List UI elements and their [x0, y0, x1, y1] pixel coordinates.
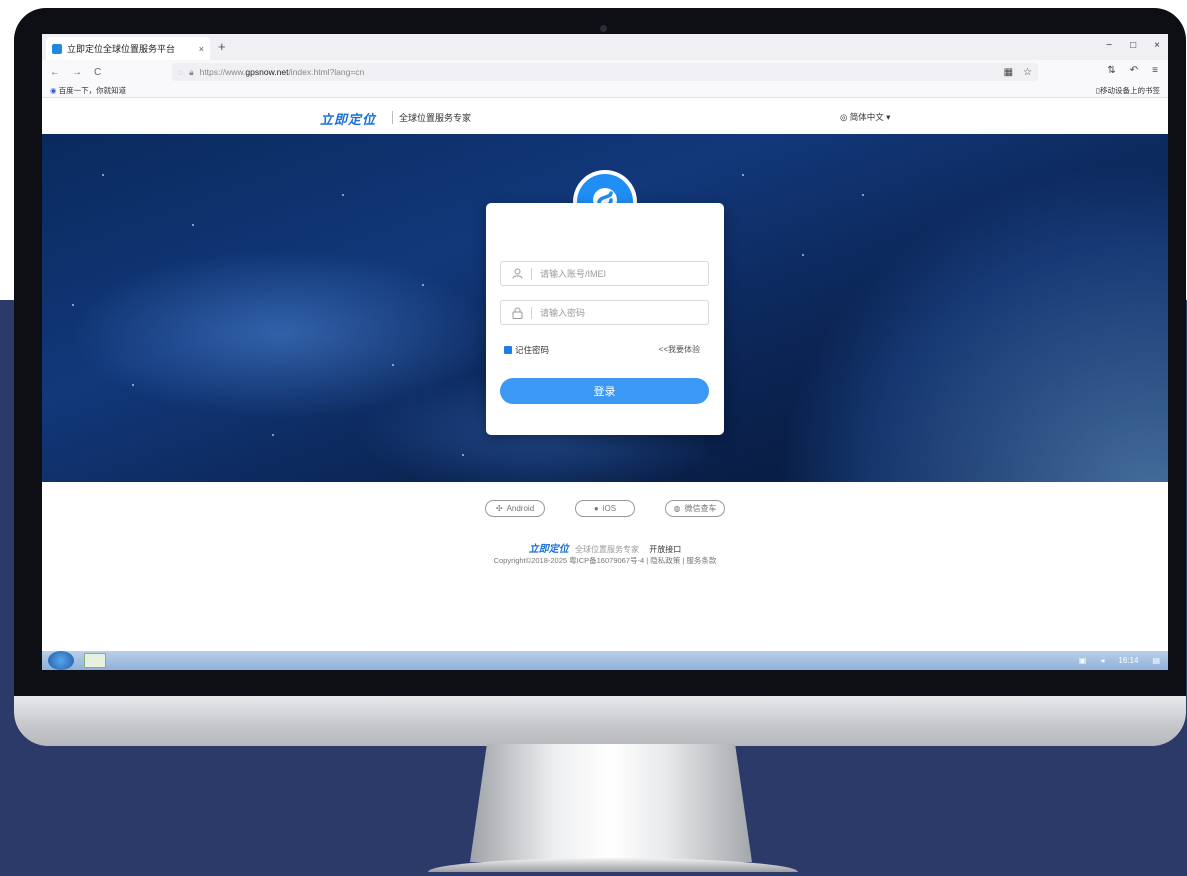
shield-icon: ◌ — [178, 67, 184, 77]
extensions-icon[interactable]: ⇅ — [1107, 65, 1115, 76]
language-selector[interactable]: ◎ 简体中文 ▾ — [840, 111, 890, 123]
toolbar-icons: ⇅ ↶ ≡ — [1107, 65, 1158, 76]
hero-banner: 请输入账号/IMEI 请输入密码 记住密码 <<我要体验 登录 — [42, 134, 1168, 482]
wechat-icon: ◍ — [673, 504, 681, 513]
footer-copyright: Copyright©2018-2025 粤ICP备16079067号-4 | 隐… — [493, 556, 717, 565]
site-footer: ✣ Android ● iOS ◍ 微信查车 立即定位 全球位置服务专家 开放接… — [42, 482, 1168, 645]
site-slogan: 全球位置服务专家 — [392, 111, 471, 124]
field-divider — [531, 267, 532, 280]
menu-icon[interactable]: ≡ — [1152, 65, 1158, 76]
android-app-button[interactable]: ✣ Android — [485, 500, 545, 517]
trial-link[interactable]: <<我要体验 — [659, 344, 700, 355]
os-taskbar: ▣ ◂ 16:14 ▤ — [42, 651, 1168, 670]
monitor-stand — [470, 744, 752, 862]
baidu-icon: ◉ — [50, 86, 57, 95]
undo-icon[interactable]: ↶ — [1130, 65, 1138, 76]
site-header: 立即定位 全球位置服务专家 ◎ 简体中文 ▾ — [42, 98, 1168, 134]
close-window-button[interactable]: × — [1154, 40, 1160, 51]
address-bar[interactable]: ◌ 🔒︎ https://www. gpsnow.net/index.html?l… — [172, 63, 1038, 81]
taskbar-app[interactable] — [84, 653, 106, 668]
start-button[interactable] — [48, 651, 74, 670]
qr-code-icon[interactable]: ▦ — [1004, 67, 1013, 78]
bookmark-mobile[interactable]: ▯移动设备上的书签 — [1096, 84, 1160, 97]
password-input[interactable]: 请输入密码 — [500, 300, 709, 325]
account-input[interactable]: 请输入账号/IMEI — [500, 261, 709, 286]
user-icon — [511, 268, 523, 279]
footer-brand-line: 立即定位 全球位置服务专家 开放接口 — [42, 540, 1168, 555]
minimize-button[interactable]: − — [1106, 40, 1112, 51]
bookmark-baidu[interactable]: ◉ 百度一下，你就知道 — [50, 86, 126, 95]
app-download-links: ✣ Android ● iOS ◍ 微信查车 — [42, 500, 1168, 517]
url-path: /index.html?lang=cn — [288, 67, 365, 77]
browser-tab[interactable]: 立即定位全球位置服务平台 × — [46, 37, 210, 60]
login-button[interactable]: 登录 — [500, 378, 709, 404]
screen: 立即定位全球位置服务平台 × + − □ × ← → C ◌ 🔒︎ https:… — [42, 34, 1168, 670]
url-scheme: https://www. — [199, 67, 246, 77]
lock-icon — [511, 307, 523, 319]
account-placeholder: 请输入账号/IMEI — [540, 269, 607, 279]
tab-close-button[interactable]: × — [199, 44, 204, 54]
bookmarks-bar: ◉ 百度一下，你就知道 ▯移动设备上的书签 — [42, 84, 1168, 98]
clock[interactable]: 16:14 — [1118, 656, 1138, 665]
remember-password[interactable]: 记住密码 — [504, 344, 549, 356]
lock-icon: 🔒︎ — [189, 66, 194, 77]
bookmark-star-icon[interactable]: ☆ — [1023, 67, 1032, 78]
reload-button[interactable]: C — [94, 67, 101, 78]
network-icon[interactable]: ▣ — [1079, 656, 1087, 665]
url-host: gpsnow.net — [245, 67, 289, 77]
footer-slogan: 全球位置服务专家 — [575, 545, 639, 554]
camera-dot — [600, 25, 607, 32]
tab-title: 立即定位全球位置服务平台 — [67, 44, 176, 54]
new-tab-button[interactable]: + — [218, 39, 226, 54]
field-divider — [531, 306, 532, 319]
browser-tabbar: 立即定位全球位置服务平台 × + − □ × — [42, 34, 1168, 60]
remember-checkbox[interactable] — [504, 346, 512, 354]
site-favicon-icon — [52, 43, 62, 54]
wechat-app-button[interactable]: ◍ 微信查车 — [665, 500, 725, 517]
back-button[interactable]: ← — [50, 67, 60, 78]
password-placeholder: 请输入密码 — [540, 308, 586, 318]
monitor-chin — [14, 696, 1186, 746]
forward-button[interactable]: → — [72, 67, 82, 78]
browser-navbar: ← → C ◌ 🔒︎ https://www. gpsnow.net/index.… — [42, 60, 1168, 84]
globe-icon: ◎ — [840, 112, 848, 122]
android-icon: ✣ — [495, 504, 503, 513]
volume-icon[interactable]: ◂ — [1100, 656, 1104, 665]
show-desktop-icon[interactable]: ▤ — [1152, 656, 1160, 665]
window-controls: − □ × — [1106, 40, 1160, 51]
login-card: 请输入账号/IMEI 请输入密码 记住密码 <<我要体验 登录 — [486, 203, 724, 435]
open-api-link[interactable]: 开放接口 — [649, 545, 681, 554]
nav-buttons: ← → C — [50, 67, 101, 78]
apple-icon: ● — [593, 504, 599, 513]
maximize-button[interactable]: □ — [1130, 40, 1136, 51]
site-logo[interactable]: 立即定位 — [320, 109, 376, 128]
remember-label: 记住密码 — [515, 345, 550, 355]
footer-logo: 立即定位 — [528, 544, 569, 555]
ios-app-button[interactable]: ● iOS — [575, 500, 635, 517]
system-tray: ▣ ◂ 16:14 ▤ — [1079, 656, 1160, 665]
